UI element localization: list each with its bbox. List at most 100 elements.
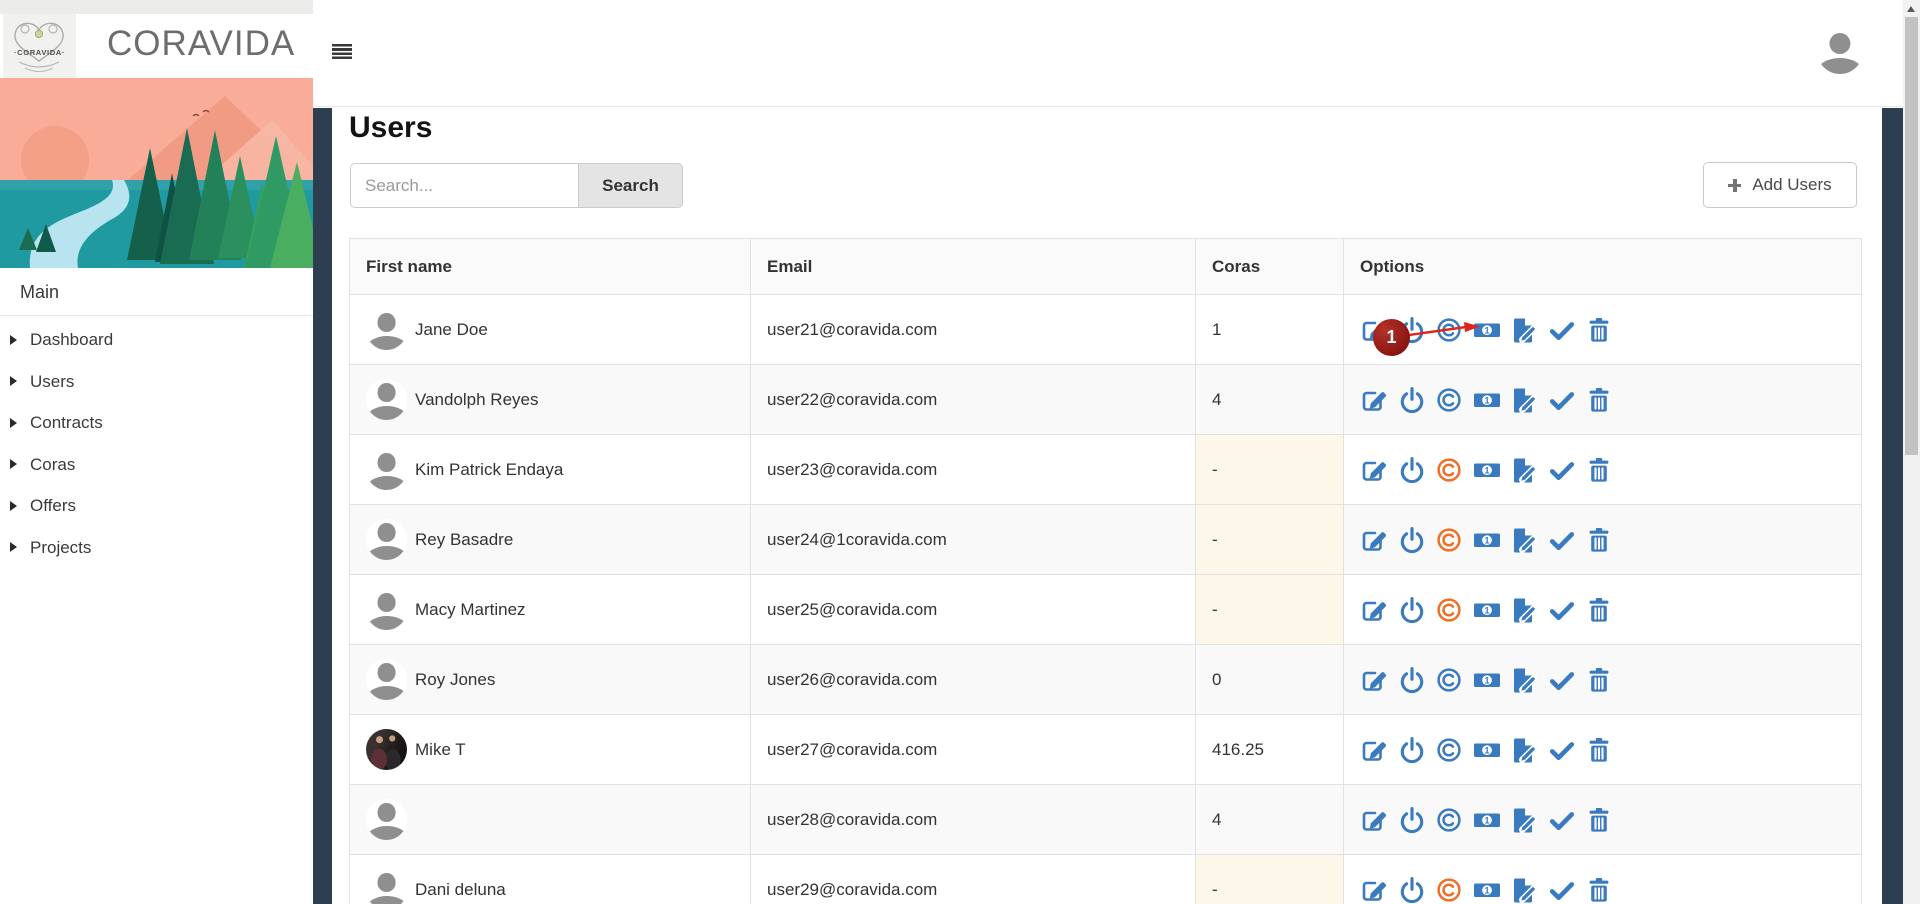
user-avatar-icon[interactable] xyxy=(1817,28,1863,74)
delete-trash-icon[interactable] xyxy=(1585,526,1613,554)
table-row: Roy Jones user26@coravida.com 0 xyxy=(350,645,1862,715)
edit-user-icon[interactable] xyxy=(1360,456,1388,484)
avatar xyxy=(366,589,407,630)
approve-check-icon[interactable] xyxy=(1548,386,1576,414)
contract-file-icon[interactable] xyxy=(1510,596,1538,624)
copyright-icon[interactable] xyxy=(1435,666,1463,694)
contract-file-icon[interactable] xyxy=(1510,386,1538,414)
options-cell: 1 xyxy=(1344,645,1862,715)
search-button[interactable]: Search xyxy=(578,163,683,208)
edit-user-icon[interactable] xyxy=(1360,526,1388,554)
copyright-icon[interactable] xyxy=(1435,876,1463,904)
contract-file-icon[interactable] xyxy=(1510,736,1538,764)
user-email: user27@coravida.com xyxy=(751,715,1196,785)
contract-file-icon[interactable] xyxy=(1510,456,1538,484)
sidebar-item-coras[interactable]: Coras xyxy=(0,444,313,486)
contract-file-icon[interactable] xyxy=(1510,526,1538,554)
scrollbar-up-arrow-icon[interactable] xyxy=(1907,6,1915,12)
delete-trash-icon[interactable] xyxy=(1585,876,1613,904)
approve-check-icon[interactable] xyxy=(1548,316,1576,344)
contract-file-icon[interactable] xyxy=(1510,316,1538,344)
nav-label: Offers xyxy=(30,485,76,527)
search-input[interactable] xyxy=(350,163,578,208)
coras-money-icon[interactable]: 1 xyxy=(1473,456,1501,484)
svg-text:1: 1 xyxy=(1484,465,1489,475)
copyright-icon[interactable] xyxy=(1435,736,1463,764)
edit-user-icon[interactable] xyxy=(1360,666,1388,694)
coras-cell: 1 xyxy=(1196,295,1344,365)
page-scrollbar xyxy=(1903,0,1920,904)
contract-file-icon[interactable] xyxy=(1510,806,1538,834)
coras-cell: - xyxy=(1196,575,1344,645)
delete-trash-icon[interactable] xyxy=(1585,666,1613,694)
sidebar-item-projects[interactable]: Projects xyxy=(0,527,313,569)
sidebar-item-dashboard[interactable]: Dashboard xyxy=(0,319,313,361)
add-users-button[interactable]: Add Users xyxy=(1703,162,1857,208)
coras-money-icon[interactable]: 1 xyxy=(1473,596,1501,624)
sidebar-item-contracts[interactable]: Contracts xyxy=(0,402,313,444)
user-name: Jane Doe xyxy=(415,320,488,340)
delete-trash-icon[interactable] xyxy=(1585,596,1613,624)
coras-money-icon[interactable]: 1 xyxy=(1473,386,1501,414)
options-cell: 1 xyxy=(1344,575,1862,645)
caret-right-icon xyxy=(10,335,17,345)
col-header-email: Email xyxy=(751,239,1196,295)
user-email: user26@coravida.com xyxy=(751,645,1196,715)
delete-trash-icon[interactable] xyxy=(1585,736,1613,764)
deactivate-user-icon[interactable] xyxy=(1398,386,1426,414)
edit-user-icon[interactable] xyxy=(1360,876,1388,904)
coras-money-icon[interactable]: 1 xyxy=(1473,806,1501,834)
options-cell: 1 xyxy=(1344,295,1862,365)
avatar xyxy=(366,379,407,420)
delete-trash-icon[interactable] xyxy=(1585,456,1613,484)
contract-file-icon[interactable] xyxy=(1510,666,1538,694)
copyright-icon[interactable] xyxy=(1435,386,1463,414)
delete-trash-icon[interactable] xyxy=(1585,316,1613,344)
brand-logo[interactable]: ·CORAVIDA· xyxy=(3,14,76,78)
deactivate-user-icon[interactable] xyxy=(1398,806,1426,834)
copyright-icon[interactable] xyxy=(1435,526,1463,554)
table-row: Rey Basadre user24@1coravida.com - xyxy=(350,505,1862,575)
users-table-body: Jane Doe user21@coravida.com 1 xyxy=(350,295,1862,904)
plus-icon xyxy=(1728,179,1741,192)
approve-check-icon[interactable] xyxy=(1548,736,1576,764)
hamburger-menu-icon[interactable] xyxy=(332,44,352,59)
sidebar-item-offers[interactable]: Offers xyxy=(0,485,313,527)
delete-trash-icon[interactable] xyxy=(1585,386,1613,414)
edit-user-icon[interactable] xyxy=(1360,736,1388,764)
edit-user-icon[interactable] xyxy=(1360,596,1388,624)
user-email: user21@coravida.com xyxy=(751,295,1196,365)
approve-check-icon[interactable] xyxy=(1548,526,1576,554)
approve-check-icon[interactable] xyxy=(1548,666,1576,694)
approve-check-icon[interactable] xyxy=(1548,876,1576,904)
approve-check-icon[interactable] xyxy=(1548,596,1576,624)
deactivate-user-icon[interactable] xyxy=(1398,666,1426,694)
coras-money-icon[interactable]: 1 xyxy=(1473,666,1501,694)
scrollbar-thumb[interactable] xyxy=(1905,17,1918,455)
deactivate-user-icon[interactable] xyxy=(1398,596,1426,624)
deactivate-user-icon[interactable] xyxy=(1398,736,1426,764)
delete-trash-icon[interactable] xyxy=(1585,806,1613,834)
approve-check-icon[interactable] xyxy=(1548,806,1576,834)
copyright-icon[interactable] xyxy=(1435,806,1463,834)
annotation-badge: 1 xyxy=(1373,319,1410,356)
deactivate-user-icon[interactable] xyxy=(1398,456,1426,484)
contract-file-icon[interactable] xyxy=(1510,876,1538,904)
svg-text:1: 1 xyxy=(1484,885,1489,895)
avatar xyxy=(366,449,407,490)
sidebar-section-label: Main xyxy=(20,268,59,316)
coras-money-icon[interactable]: 1 xyxy=(1473,876,1501,904)
deactivate-user-icon[interactable] xyxy=(1398,526,1426,554)
approve-check-icon[interactable] xyxy=(1548,456,1576,484)
table-row: Kim Patrick Endaya user23@coravida.com - xyxy=(350,435,1862,505)
sidebar-item-users[interactable]: Users xyxy=(0,361,313,403)
coras-money-icon[interactable]: 1 xyxy=(1473,526,1501,554)
edit-user-icon[interactable] xyxy=(1360,386,1388,414)
options-cell: 1 xyxy=(1344,435,1862,505)
brand-name[interactable]: CORAVIDA xyxy=(107,24,295,64)
deactivate-user-icon[interactable] xyxy=(1398,876,1426,904)
edit-user-icon[interactable] xyxy=(1360,806,1388,834)
copyright-icon[interactable] xyxy=(1435,596,1463,624)
copyright-icon[interactable] xyxy=(1435,456,1463,484)
coras-money-icon[interactable]: 1 xyxy=(1473,736,1501,764)
